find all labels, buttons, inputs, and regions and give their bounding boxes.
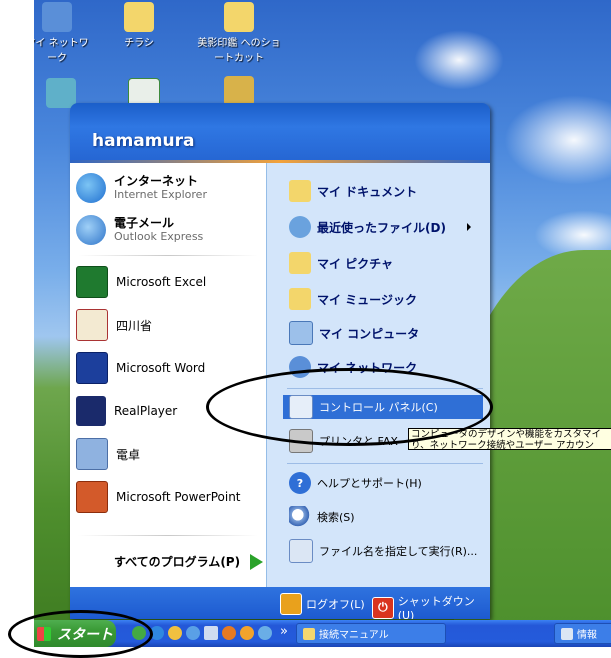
divider xyxy=(287,463,483,464)
handshake-icon xyxy=(224,76,254,106)
my-documents[interactable]: マイ ドキュメント xyxy=(289,179,485,203)
recent-excel[interactable]: Microsoft Excel xyxy=(76,265,262,299)
taskbar-task[interactable]: 情報 xyxy=(554,623,611,644)
pinned-email[interactable]: 電子メール Outlook Express xyxy=(76,213,262,247)
item-label: マイ ピクチャ xyxy=(317,256,394,271)
outlook-express-icon xyxy=(76,215,106,245)
item-sublabel: Internet Explorer xyxy=(114,188,207,201)
item-label: Microsoft Word xyxy=(116,361,206,375)
start-menu-footer: ログオフ(L) ⏻ シャットダウン(U) xyxy=(70,587,490,619)
recent-powerpoint[interactable]: Microsoft PowerPoint xyxy=(76,480,262,514)
logoff-button[interactable]: ログオフ(L) xyxy=(280,593,365,615)
search[interactable]: 検索(S) xyxy=(289,505,485,529)
recent-mahjong[interactable]: 四川省 xyxy=(76,308,262,342)
shutdown-button[interactable]: ⏻ シャットダウン(U) xyxy=(372,593,490,619)
item-label: RealPlayer xyxy=(114,404,178,418)
item-label: 検索(S) xyxy=(317,511,355,524)
recent-files-icon xyxy=(289,216,311,238)
desktop-icon-label: チラシ xyxy=(124,38,154,49)
my-pictures[interactable]: マイ ピクチャ xyxy=(289,251,485,275)
start-menu-header: hamamura xyxy=(70,103,490,163)
document-icon xyxy=(561,627,573,640)
user-name: hamamura xyxy=(92,131,195,151)
desktop-icon[interactable] xyxy=(204,626,218,640)
internet-explorer-icon xyxy=(76,173,106,203)
quicklaunch-icon[interactable] xyxy=(222,626,236,640)
realplayer-icon xyxy=(76,396,106,426)
logoff-label: ログオフ(L) xyxy=(306,598,365,611)
start-menu: hamamura インターネット Internet Explorer 電子メール O… xyxy=(70,103,490,619)
quicklaunch-icon[interactable] xyxy=(186,626,200,640)
cloud xyxy=(504,95,611,185)
task-label: 接続マニュアル xyxy=(319,630,389,641)
start-menu-left-pane: インターネット Internet Explorer 電子メール Outlook Ex… xyxy=(70,163,266,587)
item-label: インターネット xyxy=(114,174,199,188)
help-support[interactable]: ? ヘルプとサポート(H) xyxy=(289,471,485,495)
computer-icon xyxy=(289,321,313,345)
folder-icon xyxy=(124,2,154,32)
divider xyxy=(78,255,258,256)
item-label: マイ ドキュメント xyxy=(317,184,418,199)
cloud xyxy=(414,30,504,90)
desktop: マイ ネットワーク チラシ 美影印鑑 へのショートカット hamamura イン… xyxy=(34,0,611,647)
desktop-icon-network[interactable]: マイ ネットワーク xyxy=(34,2,92,64)
calculator-icon xyxy=(76,438,108,470)
recent-calculator[interactable]: 電卓 xyxy=(76,437,262,471)
documents-folder-icon xyxy=(289,180,311,202)
powerpoint-icon xyxy=(76,481,108,513)
item-sublabel: Outlook Express xyxy=(114,230,204,243)
item-label: Microsoft Excel xyxy=(116,275,207,289)
item-label: ファイル名を指定して実行(R)... xyxy=(319,545,478,558)
desktop-icon-label: マイ ネットワーク xyxy=(34,38,89,64)
word-icon xyxy=(76,352,108,384)
overflow-chevron[interactable]: » xyxy=(280,624,288,639)
my-music[interactable]: マイ ミュージック xyxy=(289,287,485,311)
taskbar-task[interactable]: 接続マニュアル xyxy=(296,623,446,644)
desktop-icon-flyer[interactable]: チラシ xyxy=(104,2,174,49)
run[interactable]: ファイル名を指定して実行(R)... xyxy=(289,539,485,563)
my-computer[interactable]: マイ コンピュータ xyxy=(289,321,485,345)
music-folder-icon xyxy=(289,288,311,310)
search-icon xyxy=(289,506,311,528)
task-label: 情報 xyxy=(577,630,597,641)
mahjong-icon xyxy=(76,309,108,341)
annotation-ellipse xyxy=(8,610,153,658)
pinned-internet[interactable]: インターネット Internet Explorer xyxy=(76,171,262,205)
folder-icon xyxy=(303,627,315,640)
item-label: マイ コンピュータ xyxy=(319,326,420,341)
recent-files[interactable]: 最近使ったファイル(D) xyxy=(289,215,485,239)
power-icon: ⏻ xyxy=(372,596,394,619)
quicklaunch-icon[interactable] xyxy=(258,626,272,640)
shutdown-label: シャットダウン(U) xyxy=(397,595,475,619)
key-icon xyxy=(280,593,302,615)
submenu-arrow-icon xyxy=(467,223,471,231)
excel-icon xyxy=(76,266,108,298)
help-icon: ? xyxy=(289,472,311,494)
item-label: 電卓 xyxy=(116,447,141,462)
desktop-icon-shortcut[interactable]: 美影印鑑 へのショートカット xyxy=(194,2,284,64)
green-arrow-icon xyxy=(250,553,264,570)
pictures-folder-icon xyxy=(289,252,311,274)
quicklaunch-icon[interactable] xyxy=(240,626,254,640)
run-icon xyxy=(289,539,313,563)
quicklaunch-icon[interactable] xyxy=(168,626,182,640)
tooltip-line: り、ネットワーク接続やユーザー アカウン xyxy=(411,440,594,450)
item-label: マイ ミュージック xyxy=(317,292,417,307)
recent-word[interactable]: Microsoft Word xyxy=(76,351,262,385)
network-icon xyxy=(42,2,72,32)
all-programs-label: すべてのプログラム(P) xyxy=(114,555,241,569)
item-label: 最近使ったファイル(D) xyxy=(317,220,446,235)
desktop-icon-label: 美影印鑑 へのショートカット xyxy=(197,38,281,64)
item-label: ヘルプとサポート(H) xyxy=(317,477,422,490)
item-label: 四川省 xyxy=(116,318,153,333)
item-label: Microsoft PowerPoint xyxy=(116,490,241,504)
divider xyxy=(78,535,258,536)
item-label: 電子メール xyxy=(114,216,175,230)
folder-shortcut-icon xyxy=(224,2,254,32)
all-programs-button[interactable]: すべてのプログラム(P) xyxy=(114,553,264,570)
annotation-ellipse xyxy=(206,368,493,446)
